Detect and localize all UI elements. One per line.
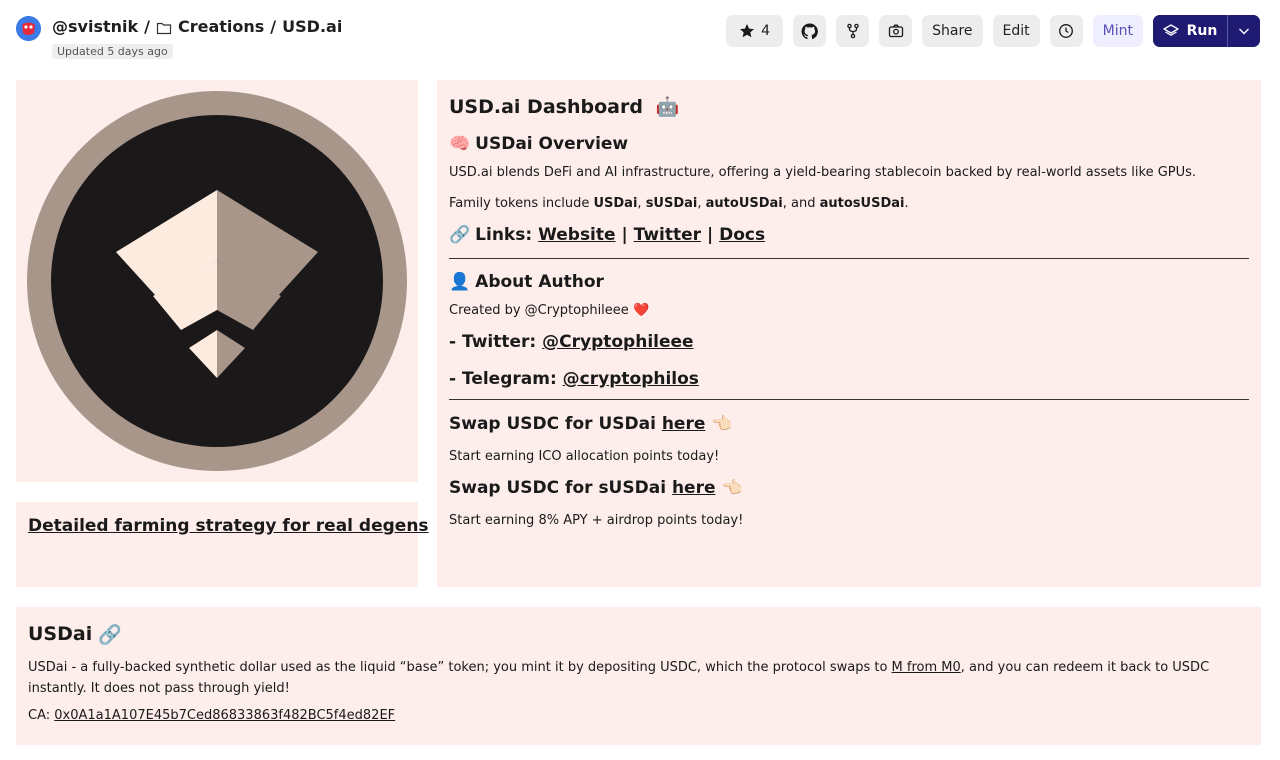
swap-usdai-link[interactable]: here — [662, 414, 706, 434]
run-group: Run — [1153, 15, 1260, 47]
chevron-down-icon — [1239, 28, 1249, 35]
token-autousdai: autoUSDai — [705, 196, 783, 211]
author-heading-text: About Author — [475, 272, 604, 292]
author-twitter-link[interactable]: @Cryptophileee — [542, 332, 693, 352]
run-label: Run — [1186, 23, 1218, 39]
links-label: Links: — [475, 225, 533, 245]
run-button[interactable]: Run — [1153, 15, 1227, 47]
divider — [449, 258, 1249, 259]
breadcrumb-folder[interactable]: Creations — [178, 17, 264, 36]
ca-label: CA: — [28, 708, 51, 723]
breadcrumb-project[interactable]: USD.ai — [282, 17, 342, 36]
family-comma: , — [697, 196, 706, 211]
star-button[interactable]: 4 — [726, 15, 784, 47]
swap-susdai-link[interactable]: here — [672, 478, 716, 498]
website-link[interactable]: Website — [538, 225, 615, 245]
brain-icon: 🧠 — [449, 134, 471, 154]
overview-heading: 🧠 USDai Overview — [449, 129, 1249, 159]
fork-icon — [846, 23, 859, 39]
run-dropdown-button[interactable] — [1227, 15, 1260, 47]
divider — [449, 399, 1249, 400]
swap-susdai-text: Swap USDC for sUSDai — [449, 478, 667, 498]
dashboard-title-text: USD.ai Dashboard — [449, 96, 643, 118]
avatar[interactable] — [16, 16, 41, 41]
farming-strategy-link[interactable]: Detailed farming strategy for real degen… — [28, 516, 429, 536]
family-tokens-text: Family tokens include USDai, sUSDai, aut… — [449, 194, 1249, 214]
link-separator: | — [706, 225, 714, 245]
usdai-desc-pre: USDai - a fully-backed synthetic dollar … — [28, 660, 892, 675]
folder-icon — [156, 17, 172, 36]
created-by-text: Created by @Cryptophileee — [449, 303, 629, 318]
author-heading: 👤 About Author — [449, 267, 1249, 297]
swap-usdai-heading: Swap USDC for USDai here 👈🏻 — [449, 409, 1249, 439]
dashboard-panel: USD.ai Dashboard 🤖 🧠 USDai Overview USD.… — [437, 80, 1261, 587]
overview-heading-text: USDai Overview — [475, 134, 629, 154]
github-button[interactable] — [793, 15, 827, 47]
usdai-title-text: USDai — [28, 623, 93, 645]
star-count: 4 — [761, 23, 771, 39]
breadcrumb-separator: / — [144, 17, 150, 36]
family-period: . — [904, 196, 909, 211]
camera-icon — [888, 24, 903, 38]
m0-link[interactable]: M from M0 — [892, 660, 961, 675]
contract-address: CA: 0x0A1a1A107E45b7Ced86833863f482BC5f4… — [28, 708, 1249, 723]
docs-link[interactable]: Docs — [719, 225, 765, 245]
links-row: 🔗 Links: Website | Twitter | Docs — [449, 220, 1249, 250]
author-telegram-link[interactable]: @cryptophilos — [563, 369, 699, 389]
farming-panel: Detailed farming strategy for real degen… — [16, 502, 462, 587]
layers-icon — [1162, 24, 1179, 36]
link-separator: | — [621, 225, 628, 245]
share-button[interactable]: Share — [922, 15, 983, 47]
breadcrumb-separator: / — [270, 17, 277, 36]
token-susdai: sUSDai — [645, 196, 698, 211]
author-twitter: - Twitter: @Cryptophileee — [449, 327, 1249, 357]
github-icon — [801, 23, 819, 39]
swap-susdai-heading: Swap USDC for sUSDai here 👈🏻 — [449, 473, 1249, 503]
usdai-panel: USDai 🔗 USDai - a fully-backed synthetic… — [16, 607, 1261, 745]
contract-address-link[interactable]: 0x0A1a1A107E45b7Ced86833863f482BC5f4ed82… — [54, 708, 395, 723]
twitter-label: - Twitter: — [449, 332, 537, 352]
dashboard-title: USD.ai Dashboard 🤖 — [449, 95, 1249, 129]
usdai-logo — [27, 91, 407, 471]
breadcrumb: @svistnik / Creations / USD.ai — [52, 17, 342, 36]
usdai-description: USDai - a fully-backed synthetic dollar … — [28, 657, 1253, 699]
token-usdai: USDai — [593, 196, 638, 211]
pointing-left-icon: 👈🏻 — [711, 414, 733, 434]
family-and: , and — [782, 196, 820, 211]
logo-panel — [16, 80, 418, 482]
top-bar: @svistnik / Creations / USD.ai Updated 5… — [0, 0, 1280, 70]
history-button[interactable] — [1049, 15, 1083, 47]
fork-button[interactable] — [836, 15, 870, 47]
author-telegram: - Telegram: @cryptophilos — [449, 364, 1249, 394]
created-by: Created by @Cryptophileee ❤️ — [449, 301, 1249, 321]
usdai-title: USDai 🔗 — [28, 621, 1249, 647]
pointing-left-icon: 👈🏻 — [721, 478, 743, 498]
swap-usdai-text: Swap USDC for USDai — [449, 414, 656, 434]
updated-badge: Updated 5 days ago — [52, 44, 173, 59]
edit-button[interactable]: Edit — [992, 15, 1040, 47]
link-icon: 🔗 — [449, 225, 471, 245]
token-autosusdai: autosUSDai — [819, 196, 905, 211]
heart-icon: ❤️ — [632, 303, 650, 318]
twitter-link[interactable]: Twitter — [634, 225, 701, 245]
mint-button[interactable]: Mint — [1092, 15, 1143, 47]
swap-susdai-subtext: Start earning 8% APY + airdrop points to… — [449, 513, 744, 528]
telegram-label: - Telegram: — [449, 369, 557, 389]
robot-icon: 🤖 — [655, 96, 680, 118]
link-icon: 🔗 — [98, 623, 122, 646]
family-comma: , — [637, 196, 646, 211]
swap-usdai-subtext: Start earning ICO allocation points toda… — [449, 449, 720, 464]
breadcrumb-user[interactable]: @svistnik — [52, 17, 138, 36]
toolbar: 4 Share Edit Mint Run — [726, 15, 1260, 47]
clock-icon — [1059, 24, 1074, 38]
user-icon: 👤 — [449, 272, 471, 292]
star-icon — [740, 24, 755, 38]
screenshot-button[interactable] — [879, 15, 913, 47]
overview-text: USD.ai blends DeFi and AI infrastructure… — [449, 165, 1197, 180]
family-prefix: Family tokens include — [449, 196, 594, 211]
